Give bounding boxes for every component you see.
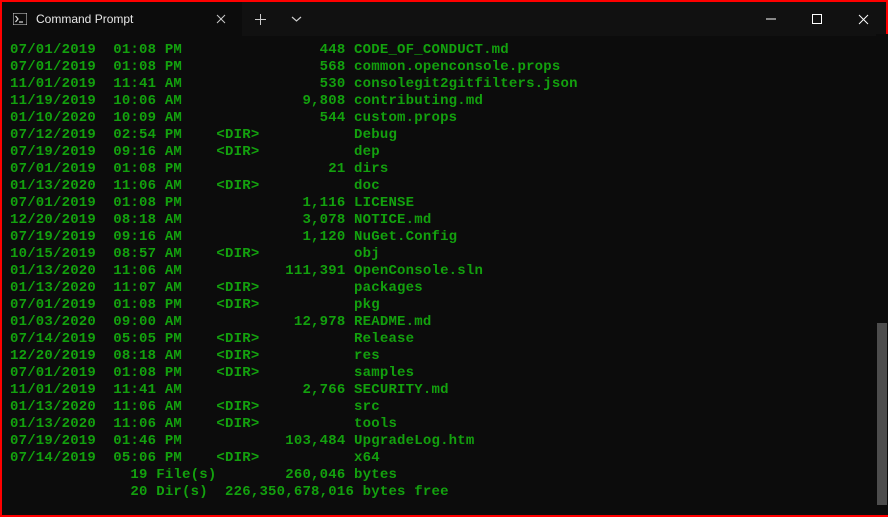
dir-entry: 01/13/2020 11:06 AM <DIR> src [10,399,878,416]
dir-entry: 07/01/2019 01:08 PM 448 CODE_OF_CONDUCT.… [10,42,878,59]
dir-entry: 11/01/2019 11:41 AM 2,766 SECURITY.md [10,382,878,399]
cmd-icon [12,11,28,27]
dir-entry: 07/19/2019 01:46 PM 103,484 UpgradeLog.h… [10,433,878,450]
dir-entry: 07/01/2019 01:08 PM 1,116 LICENSE [10,195,878,212]
scrollbar[interactable] [876,34,888,515]
window-controls [748,2,886,36]
tab-command-prompt[interactable]: Command Prompt [2,2,242,36]
dir-entry: 07/01/2019 01:08 PM <DIR> pkg [10,297,878,314]
dir-entry: 01/10/2020 10:09 AM 544 custom.props [10,110,878,127]
titlebar[interactable]: Command Prompt [2,2,886,36]
new-tab-button[interactable] [242,2,278,36]
dir-entry: 07/14/2019 05:06 PM <DIR> x64 [10,450,878,467]
terminal-output[interactable]: 07/01/2019 01:08 PM 448 CODE_OF_CONDUCT.… [2,36,886,515]
close-tab-button[interactable] [212,10,230,28]
maximize-button[interactable] [794,2,840,36]
dir-entry: 01/03/2020 09:00 AM 12,978 README.md [10,314,878,331]
dir-entry: 07/19/2019 09:16 AM <DIR> dep [10,144,878,161]
tab-title: Command Prompt [36,12,204,26]
dir-entry: 11/19/2019 10:06 AM 9,808 contributing.m… [10,93,878,110]
terminal-window: Command Prompt 07/01/2019 01:08 PM [2,2,886,515]
dir-entry: 01/13/2020 11:06 AM <DIR> tools [10,416,878,433]
scroll-thumb[interactable] [877,323,887,506]
summary-files: 19 File(s) 260,046 bytes [10,467,878,484]
titlebar-drag-area[interactable] [314,2,748,36]
dir-entry: 12/20/2019 08:18 AM <DIR> res [10,348,878,365]
dir-entry: 01/13/2020 11:07 AM <DIR> packages [10,280,878,297]
dir-entry: 10/15/2019 08:57 AM <DIR> obj [10,246,878,263]
dir-entry: 01/13/2020 11:06 AM 111,391 OpenConsole.… [10,263,878,280]
minimize-button[interactable] [748,2,794,36]
dir-entry: 07/01/2019 01:08 PM <DIR> samples [10,365,878,382]
tab-dropdown-button[interactable] [278,2,314,36]
dir-entry: 07/14/2019 05:05 PM <DIR> Release [10,331,878,348]
dir-entry: 12/20/2019 08:18 AM 3,078 NOTICE.md [10,212,878,229]
summary-dirs: 20 Dir(s) 226,350,678,016 bytes free [10,484,878,501]
dir-entry: 01/13/2020 11:06 AM <DIR> doc [10,178,878,195]
blank-line [10,501,878,515]
close-button[interactable] [840,2,886,36]
dir-entry: 07/01/2019 01:08 PM 568 common.openconso… [10,59,878,76]
dir-entry: 07/01/2019 01:08 PM 21 dirs [10,161,878,178]
dir-entry: 11/01/2019 11:41 AM 530 consolegit2gitfi… [10,76,878,93]
dir-entry: 07/12/2019 02:54 PM <DIR> Debug [10,127,878,144]
dir-entry: 07/19/2019 09:16 AM 1,120 NuGet.Config [10,229,878,246]
